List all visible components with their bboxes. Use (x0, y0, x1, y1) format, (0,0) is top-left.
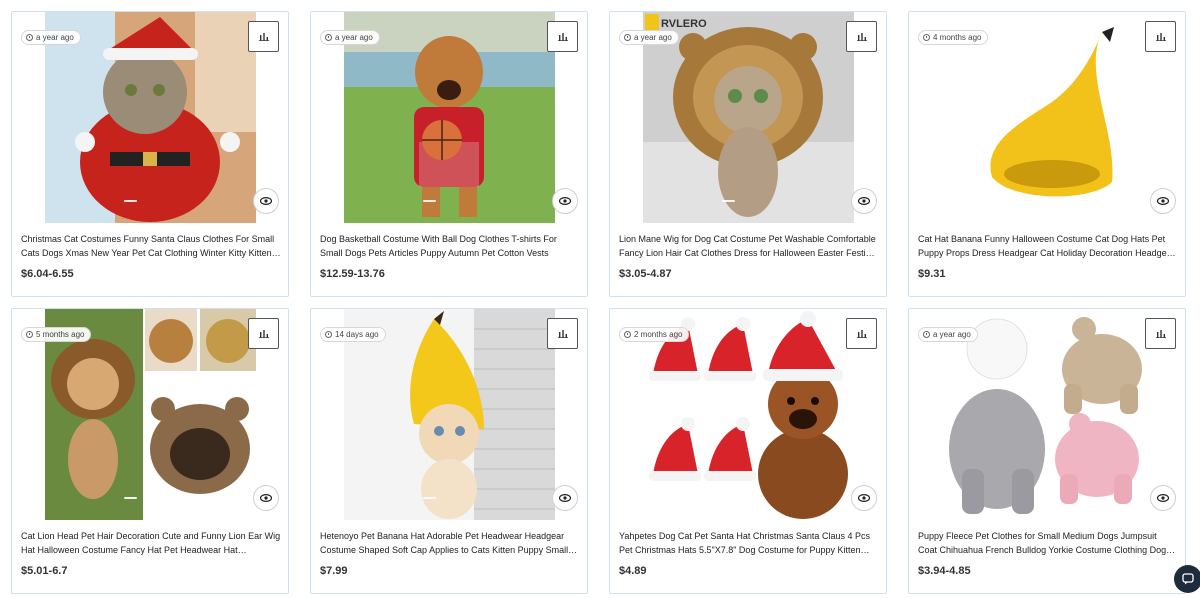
eye-icon (1157, 197, 1169, 205)
bar-chart-icon (557, 330, 568, 338)
preview-button[interactable] (253, 188, 279, 214)
preview-button[interactable] (1150, 485, 1176, 511)
clock-icon (923, 34, 930, 41)
bar-chart-icon (258, 33, 269, 41)
product-card[interactable]: 2 months ago Yahpetes Dog Cat Pet Santa … (609, 308, 887, 594)
carousel-indicator (124, 497, 137, 499)
product-card[interactable]: RVLERO a year ago Lion Mane Wig for Dog … (609, 11, 887, 297)
product-price: $3.94-4.85 (918, 565, 971, 577)
product-media: a year ago (311, 12, 587, 224)
stats-button[interactable] (846, 21, 877, 52)
age-badge: a year ago (918, 327, 978, 342)
eye-icon (858, 494, 870, 502)
stats-button[interactable] (547, 21, 578, 52)
preview-button[interactable] (851, 485, 877, 511)
watermark-text: RVLERO (661, 18, 707, 30)
bar-chart-icon (856, 330, 867, 338)
eye-icon (559, 494, 571, 502)
age-text: 2 months ago (634, 330, 683, 339)
product-title[interactable]: Cat Hat Banana Funny Halloween Costume C… (918, 232, 1178, 260)
product-media: a year ago (909, 309, 1185, 521)
product-card[interactable]: 5 months ago Cat Lion Head Pet Hair Deco… (11, 308, 289, 594)
product-title[interactable]: Cat Lion Head Pet Hair Decoration Cute a… (21, 529, 281, 557)
stats-button[interactable] (1145, 318, 1176, 349)
clock-icon (325, 331, 332, 338)
product-title[interactable]: Yahpetes Dog Cat Pet Santa Hat Christmas… (619, 529, 879, 557)
eye-icon (260, 494, 272, 502)
clock-icon (923, 331, 930, 338)
bar-chart-icon (258, 330, 269, 338)
stats-button[interactable] (1145, 21, 1176, 52)
clock-icon (26, 34, 33, 41)
preview-button[interactable] (552, 188, 578, 214)
product-media: a year ago (12, 12, 288, 224)
chat-button[interactable] (1174, 565, 1200, 593)
age-badge: 4 months ago (918, 30, 989, 45)
age-badge: a year ago (619, 30, 679, 45)
product-card[interactable]: 4 months ago Cat Hat Banana Funny Hallow… (908, 11, 1186, 297)
product-media: RVLERO a year ago (610, 12, 886, 224)
age-text: a year ago (933, 330, 971, 339)
age-text: 5 months ago (36, 330, 85, 339)
age-badge: a year ago (320, 30, 380, 45)
clock-icon (624, 331, 631, 338)
stats-button[interactable] (248, 318, 279, 349)
product-title[interactable]: Christmas Cat Costumes Funny Santa Claus… (21, 232, 281, 260)
bar-chart-icon (557, 33, 568, 41)
carousel-indicator (423, 497, 436, 499)
bar-chart-icon (1155, 330, 1166, 338)
stats-button[interactable] (547, 318, 578, 349)
clock-icon (26, 331, 33, 338)
product-title[interactable]: Hetenoyo Pet Banana Hat Adorable Pet Hea… (320, 529, 580, 557)
product-price: $12.59-13.76 (320, 268, 385, 280)
preview-button[interactable] (253, 485, 279, 511)
eye-icon (260, 197, 272, 205)
age-badge: 14 days ago (320, 327, 386, 342)
carousel-indicator (722, 200, 735, 202)
clock-icon (624, 34, 631, 41)
product-card[interactable]: a year ago Dog Basketball Costume With B… (310, 11, 588, 297)
eye-icon (1157, 494, 1169, 502)
preview-button[interactable] (851, 188, 877, 214)
age-text: a year ago (634, 33, 672, 42)
product-title[interactable]: Lion Mane Wig for Dog Cat Costume Pet Wa… (619, 232, 879, 260)
stats-button[interactable] (248, 21, 279, 52)
product-media: 14 days ago (311, 309, 587, 521)
age-text: a year ago (36, 33, 74, 42)
product-media: 4 months ago (909, 12, 1185, 224)
age-badge: a year ago (21, 30, 81, 45)
product-title[interactable]: Puppy Fleece Pet Clothes for Small Mediu… (918, 529, 1178, 557)
age-text: 4 months ago (933, 33, 982, 42)
product-price: $5.01-6.7 (21, 565, 68, 577)
product-media: 2 months ago (610, 309, 886, 521)
preview-button[interactable] (1150, 188, 1176, 214)
product-price: $9.31 (918, 268, 946, 280)
product-card[interactable]: a year ago Christmas Cat Costumes Funny … (11, 11, 289, 297)
product-card[interactable]: a year ago Puppy Fleece Pet Clothes for … (908, 308, 1186, 594)
bar-chart-icon (856, 33, 867, 41)
carousel-indicator (124, 200, 137, 202)
clock-icon (325, 34, 332, 41)
age-badge: 2 months ago (619, 327, 690, 342)
product-price: $3.05-4.87 (619, 268, 672, 280)
product-card[interactable]: 14 days ago Hetenoyo Pet Banana Hat Ador… (310, 308, 588, 594)
carousel-indicator (423, 200, 436, 202)
chat-icon (1182, 573, 1194, 585)
product-price: $6.04-6.55 (21, 268, 74, 280)
eye-icon (559, 197, 571, 205)
product-media: 5 months ago (12, 309, 288, 521)
age-text: 14 days ago (335, 330, 379, 339)
bar-chart-icon (1155, 33, 1166, 41)
age-text: a year ago (335, 33, 373, 42)
product-price: $7.99 (320, 565, 348, 577)
product-title[interactable]: Dog Basketball Costume With Ball Dog Clo… (320, 232, 580, 260)
stats-button[interactable] (846, 318, 877, 349)
age-badge: 5 months ago (21, 327, 92, 342)
product-price: $4.89 (619, 565, 647, 577)
preview-button[interactable] (552, 485, 578, 511)
product-grid: a year ago Christmas Cat Costumes Funny … (11, 11, 1186, 594)
eye-icon (858, 197, 870, 205)
